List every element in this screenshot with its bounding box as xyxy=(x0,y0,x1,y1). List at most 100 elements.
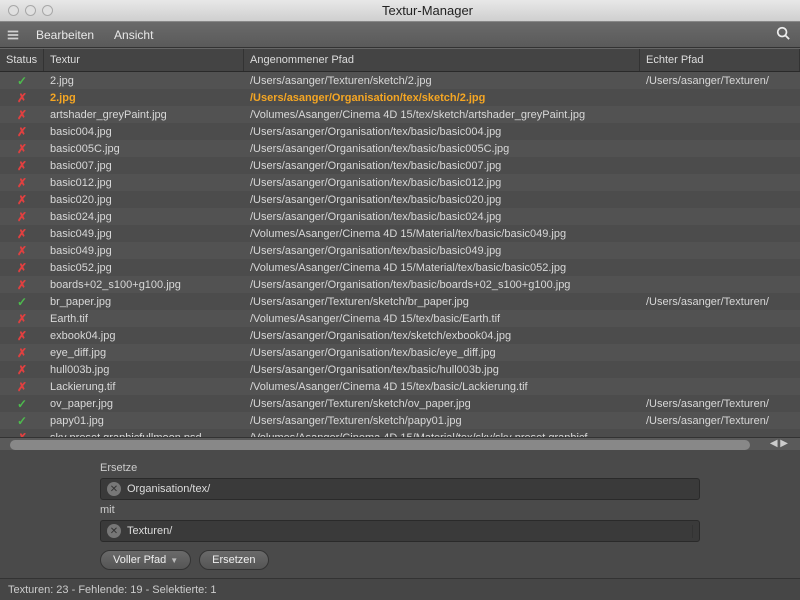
status-icon: ✗ xyxy=(0,346,44,360)
texture-name: basic004.jpg xyxy=(44,126,244,138)
status-icon: ✗ xyxy=(0,176,44,190)
real-path: /Users/asanger/Texturen/ xyxy=(640,398,800,410)
texture-name: exbook04.jpg xyxy=(44,330,244,342)
replace-input[interactable] xyxy=(127,525,686,537)
table-row[interactable]: ✗basic020.jpg/Users/asanger/Organisation… xyxy=(0,191,800,208)
minimize-icon[interactable] xyxy=(25,5,36,16)
status-icon: ✗ xyxy=(0,125,44,139)
assumed-path: /Users/asanger/Organisation/tex/basic/ba… xyxy=(244,194,640,206)
table-row[interactable]: ✗basic052.jpg/Volumes/Asanger/Cinema 4D … xyxy=(0,259,800,276)
assumed-path: /Volumes/Asanger/Cinema 4D 15/Material/t… xyxy=(244,228,640,240)
assumed-path: /Users/asanger/Organisation/tex/basic/ba… xyxy=(244,177,640,189)
texture-name: Earth.tif xyxy=(44,313,244,325)
col-real[interactable]: Echter Pfad xyxy=(640,49,800,71)
menu-icon[interactable] xyxy=(6,28,20,42)
path-mode-dropdown[interactable]: Voller Pfad▼ xyxy=(100,550,191,570)
replace-button[interactable]: Ersetzen xyxy=(199,550,268,570)
assumed-path: /Users/asanger/Organisation/tex/basic/ba… xyxy=(244,211,640,223)
table-row[interactable]: ✗boards+02_s100+g100.jpg/Users/asanger/O… xyxy=(0,276,800,293)
texture-name: eye_diff.jpg xyxy=(44,347,244,359)
assumed-path: /Users/asanger/Organisation/tex/sketch/e… xyxy=(244,330,640,342)
table-row[interactable]: ✗basic012.jpg/Users/asanger/Organisation… xyxy=(0,174,800,191)
table-row[interactable]: ✗basic049.jpg/Volumes/Asanger/Cinema 4D … xyxy=(0,225,800,242)
assumed-path: /Users/asanger/Organisation/tex/basic/bo… xyxy=(244,279,640,291)
status-icon: ✓ xyxy=(0,74,44,88)
replace-panel: Ersetze ✕ mit ✕ Voller Pfad▼ Ersetzen xyxy=(0,450,800,578)
window: Textur-Manager Bearbeiten Ansicht Status… xyxy=(0,0,800,600)
status-text: Texturen: 23 - Fehlende: 19 - Selektiert… xyxy=(8,584,217,596)
status-icon: ✗ xyxy=(0,363,44,377)
assumed-path: /Users/asanger/Organisation/tex/sketch/2… xyxy=(244,92,640,104)
clear-search-icon[interactable]: ✕ xyxy=(107,482,121,496)
texture-name: basic052.jpg xyxy=(44,262,244,274)
assumed-path: /Users/asanger/Texturen/sketch/ov_paper.… xyxy=(244,398,640,410)
table-row[interactable]: ✗basic005C.jpg/Users/asanger/Organisatio… xyxy=(0,140,800,157)
texture-name: 2.jpg xyxy=(44,92,244,104)
texture-name: ov_paper.jpg xyxy=(44,398,244,410)
table-row[interactable]: ✗basic024.jpg/Users/asanger/Organisation… xyxy=(0,208,800,225)
replace-label: Ersetze xyxy=(100,462,700,474)
status-icon: ✗ xyxy=(0,108,44,122)
real-path: /Users/asanger/Texturen/ xyxy=(640,296,800,308)
menu-view[interactable]: Ansicht xyxy=(106,26,161,44)
assumed-path: /Users/asanger/Organisation/tex/basic/ba… xyxy=(244,126,640,138)
statusbar: Texturen: 23 - Fehlende: 19 - Selektiert… xyxy=(0,578,800,600)
table-body: ✓2.jpg/Users/asanger/Texturen/sketch/2.j… xyxy=(0,72,800,437)
table-row[interactable]: ✗Earth.tif/Volumes/Asanger/Cinema 4D 15/… xyxy=(0,310,800,327)
table-row[interactable]: ✗2.jpg/Users/asanger/Organisation/tex/sk… xyxy=(0,89,800,106)
texture-name: artshader_greyPaint.jpg xyxy=(44,109,244,121)
status-icon: ✗ xyxy=(0,91,44,105)
table-row[interactable]: ✗exbook04.jpg/Users/asanger/Organisation… xyxy=(0,327,800,344)
status-icon: ✗ xyxy=(0,261,44,275)
table-row[interactable]: ✗basic007.jpg/Users/asanger/Organisation… xyxy=(0,157,800,174)
table-row[interactable]: ✓papy01.jpg/Users/asanger/Texturen/sketc… xyxy=(0,412,800,429)
col-textur[interactable]: Textur xyxy=(44,49,244,71)
table-header: Status Textur Angenommener Pfad Echter P… xyxy=(0,48,800,72)
status-icon: ✗ xyxy=(0,159,44,173)
status-icon: ✗ xyxy=(0,312,44,326)
table-row[interactable]: ✗hull003b.jpg/Users/asanger/Organisation… xyxy=(0,361,800,378)
table-row[interactable]: ✗artshader_greyPaint.jpg/Volumes/Asanger… xyxy=(0,106,800,123)
titlebar: Textur-Manager xyxy=(0,0,800,22)
status-icon: ✗ xyxy=(0,278,44,292)
status-icon: ✗ xyxy=(0,227,44,241)
col-status[interactable]: Status xyxy=(0,49,44,71)
assumed-path: /Users/asanger/Texturen/sketch/papy01.jp… xyxy=(244,415,640,427)
texture-name: basic049.jpg xyxy=(44,228,244,240)
texture-name: basic024.jpg xyxy=(44,211,244,223)
col-assumed[interactable]: Angenommener Pfad xyxy=(244,49,640,71)
scroll-arrows[interactable]: ◀ ▶ xyxy=(770,438,788,449)
table-row[interactable]: ✗Lackierung.tif/Volumes/Asanger/Cinema 4… xyxy=(0,378,800,395)
table-row[interactable]: ✗basic004.jpg/Users/asanger/Organisation… xyxy=(0,123,800,140)
status-icon: ✓ xyxy=(0,397,44,411)
table-row[interactable]: ✗sky preset graphicfullmoon.psd/Volumes/… xyxy=(0,429,800,437)
texture-name: br_paper.jpg xyxy=(44,296,244,308)
texture-name: Lackierung.tif xyxy=(44,381,244,393)
status-icon: ✗ xyxy=(0,380,44,394)
scrollbar-thumb[interactable] xyxy=(10,440,750,450)
assumed-path: /Volumes/Asanger/Cinema 4D 15/Material/t… xyxy=(244,262,640,274)
status-icon: ✗ xyxy=(0,142,44,156)
assumed-path: /Volumes/Asanger/Cinema 4D 15/tex/basic/… xyxy=(244,313,640,325)
table-row[interactable]: ✗basic049.jpg/Users/asanger/Organisation… xyxy=(0,242,800,259)
table-row[interactable]: ✓2.jpg/Users/asanger/Texturen/sketch/2.j… xyxy=(0,72,800,89)
menu-edit[interactable]: Bearbeiten xyxy=(28,26,102,44)
search-field-wrap: ✕ xyxy=(100,478,700,500)
search-input[interactable] xyxy=(127,483,693,495)
h-scrollbar[interactable]: ◀ ▶ xyxy=(0,437,800,450)
menubar: Bearbeiten Ansicht xyxy=(0,22,800,48)
status-icon: ✓ xyxy=(0,414,44,428)
search-icon[interactable] xyxy=(776,26,790,43)
clear-replace-icon[interactable]: ✕ xyxy=(107,524,121,538)
assumed-path: /Users/asanger/Organisation/tex/basic/ba… xyxy=(244,245,640,257)
chevron-down-icon: ▼ xyxy=(170,556,178,565)
texture-name: basic020.jpg xyxy=(44,194,244,206)
real-path: /Users/asanger/Texturen/ xyxy=(640,415,800,427)
table-row[interactable]: ✗eye_diff.jpg/Users/asanger/Organisation… xyxy=(0,344,800,361)
table-row[interactable]: ✓br_paper.jpg/Users/asanger/Texturen/ske… xyxy=(0,293,800,310)
assumed-path: /Volumes/Asanger/Cinema 4D 15/tex/basic/… xyxy=(244,381,640,393)
replace-field-wrap: ✕ xyxy=(100,520,700,542)
table-row[interactable]: ✓ov_paper.jpg/Users/asanger/Texturen/ske… xyxy=(0,395,800,412)
zoom-icon[interactable] xyxy=(42,5,53,16)
close-icon[interactable] xyxy=(8,5,19,16)
